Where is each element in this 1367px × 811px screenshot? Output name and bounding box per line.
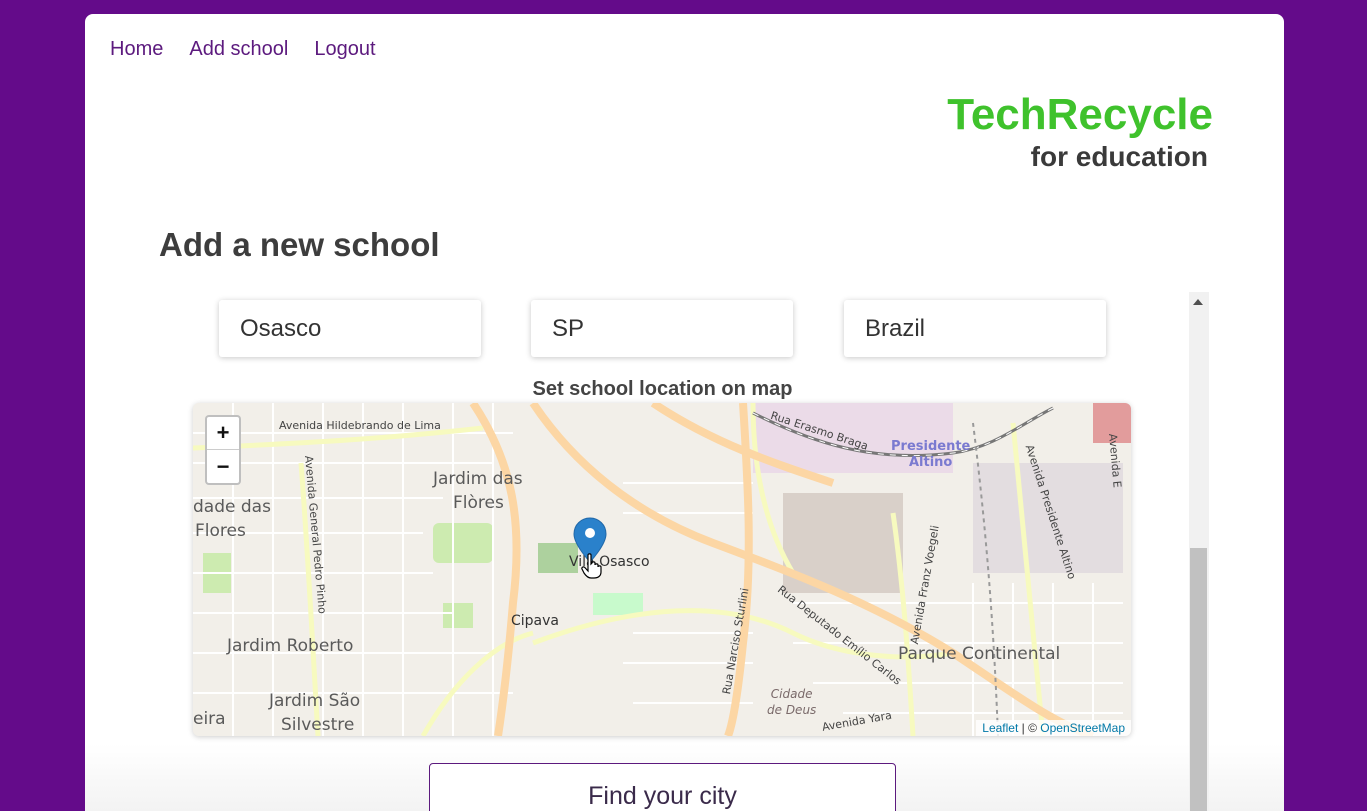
state-input[interactable]: SP — [531, 300, 793, 357]
brand-name: TechRecycle — [947, 90, 1213, 139]
map-label-jardim-sao-1: Jardim São — [269, 691, 361, 711]
map-label-cidade-deus-1: Cidade — [770, 687, 813, 701]
openstreetmap-link[interactable]: OpenStreetMap — [1040, 721, 1125, 735]
map-label-av-hildebrando: Avenida Hildebrando de Lima — [279, 419, 441, 432]
map-label: Set school location on map — [532, 378, 793, 400]
city-input[interactable]: Osasco — [219, 300, 481, 357]
form-scrollbar[interactable] — [1189, 292, 1209, 811]
map-attribution: Leaflet | © OpenStreetMap — [976, 720, 1131, 736]
zoom-control: + − — [205, 415, 241, 485]
country-input[interactable]: Brazil — [844, 300, 1106, 357]
top-nav: Home Add school Logout — [110, 38, 376, 61]
brand-tagline: for education — [1030, 141, 1208, 172]
nav-add-school-link[interactable]: Add school — [189, 38, 288, 61]
scroll-thumb[interactable] — [1190, 548, 1207, 811]
map-label-presidente-altino: Presidente Altino — [891, 439, 970, 471]
map-label-presidente-1: Presidente — [891, 439, 971, 454]
map-label-cidade-deus-2: de Deus — [767, 703, 817, 717]
map-label-cidade-flores-2: Flores — [195, 521, 246, 541]
map-label-cipava: Cipava — [511, 613, 559, 629]
nav-home-link[interactable]: Home — [110, 38, 163, 61]
map-label-jardim-roberto: Jardim Roberto — [227, 636, 354, 656]
map-label-jardim-flores-2: Flòres — [453, 493, 504, 513]
scroll-up-arrow-icon[interactable] — [1193, 299, 1203, 305]
page-title: Add a new school — [159, 226, 440, 263]
find-city-button[interactable]: Find your city — [429, 763, 896, 811]
location-map[interactable]: Avenida Hildebrando de Lima Jardim das F… — [193, 403, 1131, 736]
map-label-jardim-flores-1: Jardim das — [433, 469, 523, 489]
map-label-cidade-flores-1: dade das — [193, 497, 271, 517]
map-label-eira: eira — [193, 709, 226, 729]
attribution-separator: | © — [1018, 721, 1041, 735]
map-tiles — [193, 403, 1131, 736]
map-label-jardim-sao-2: Silvestre — [281, 715, 355, 735]
zoom-in-button[interactable]: + — [207, 417, 239, 450]
leaflet-link[interactable]: Leaflet — [982, 721, 1018, 735]
zoom-out-button[interactable]: − — [207, 450, 239, 483]
nav-logout-link[interactable]: Logout — [314, 38, 375, 61]
map-label-presidente-2: Altino — [908, 455, 953, 470]
brand-logo: TechRecycle for education — [947, 90, 1213, 174]
main-card: Home Add school Logout TechRecycle for e… — [85, 14, 1284, 811]
map-label-cidade-deus: Cidade de Deus — [767, 686, 816, 718]
map-label-parque-continental: Parque Continental — [898, 644, 1061, 664]
